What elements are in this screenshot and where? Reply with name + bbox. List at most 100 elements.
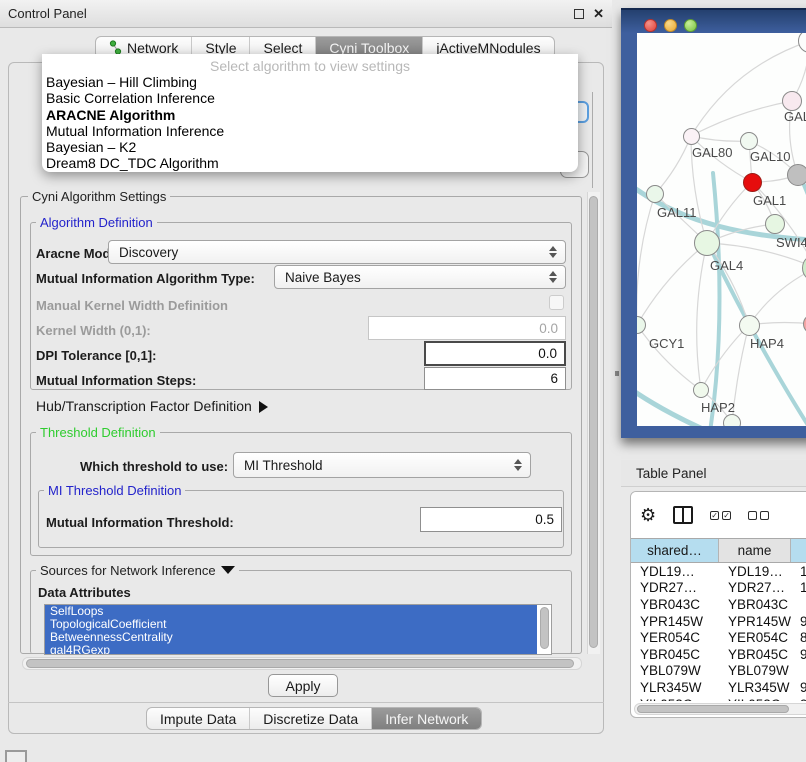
dpi-tolerance-value: 0.0: [538, 346, 557, 361]
algorithm-option[interactable]: Mutual Information Inference: [46, 123, 574, 139]
network-node-hap2[interactable]: [693, 382, 709, 398]
hub-definition-toggle[interactable]: Hub/Transcription Factor Definition: [36, 398, 268, 414]
float-window-icon[interactable]: [574, 9, 584, 19]
split-columns-icon[interactable]: [673, 506, 693, 524]
tab-discretize-data[interactable]: Discretize Data: [250, 708, 372, 729]
collapsed-arrow-icon: [259, 401, 268, 413]
column-header[interactable]: A: [791, 539, 806, 562]
kernel-width-value: 0.0: [539, 321, 558, 336]
settings-vscroll-thumb[interactable]: [589, 196, 598, 648]
attribute-item[interactable]: gal4RGexp: [45, 644, 537, 655]
table-hscroll-thumb[interactable]: [637, 705, 789, 713]
node-table-panel: ⚙ ✓✓ shared…nameA YDL19…YDL19…13YDR27…YD…: [630, 491, 806, 718]
mi-threshold-label: Mutual Information Threshold:: [46, 515, 234, 530]
network-node-gal1[interactable]: [743, 173, 762, 192]
table-cell: YPR145W: [719, 613, 791, 630]
attribute-item[interactable]: BetweennessCentrality: [45, 631, 537, 644]
threshold-definition-title: Threshold Definition: [36, 425, 160, 440]
settings-group-title: Cyni Algorithm Settings: [28, 189, 170, 204]
zoom-traffic-light[interactable]: [684, 19, 697, 32]
node-label: GAL4: [710, 258, 743, 273]
mi-type-select[interactable]: Naive Bayes: [274, 265, 566, 289]
algorithm-option[interactable]: Basic Correlation Inference: [46, 90, 574, 106]
tab-impute-data[interactable]: Impute Data: [147, 708, 250, 729]
network-node-hap4[interactable]: [739, 315, 760, 336]
table-body: YDL19…YDL19…13YDR27…YDR27…12YBR043CYBR04…: [631, 563, 806, 701]
table-cell: [791, 596, 806, 613]
manual-kernel-label: Manual Kernel Width Definition: [36, 298, 228, 313]
network-canvas[interactable]: GALGAL80GAL10GAL1GAL11SWI4GAL4GCY1HAP4YH…: [637, 33, 806, 426]
sources-title-text: Sources for Network Inference: [40, 563, 216, 578]
table-cell: YDR27…: [719, 580, 791, 597]
algorithm-option[interactable]: ARACNE Algorithm: [46, 107, 574, 123]
close-traffic-light[interactable]: [644, 19, 657, 32]
network-node-bot[interactable]: [723, 414, 741, 426]
tab-label: Infer Network: [385, 711, 468, 727]
algorithm-options-list: Bayesian – Hill ClimbingBasic Correlatio…: [46, 74, 574, 172]
minimized-panel-icon[interactable]: [5, 750, 27, 762]
minimize-traffic-light[interactable]: [664, 19, 677, 32]
deselect-all-icon[interactable]: [748, 511, 769, 520]
table-cell: YLR345W: [631, 679, 719, 696]
aracne-mode-select[interactable]: Discovery: [108, 240, 566, 264]
select-all-icon[interactable]: ✓✓: [710, 511, 731, 520]
which-threshold-select[interactable]: MI Threshold: [233, 452, 531, 478]
network-node-gal4[interactable]: [694, 230, 720, 256]
node-label: GAL: [784, 109, 806, 124]
column-header[interactable]: shared…: [631, 539, 719, 562]
node-label: HAP2: [701, 400, 735, 415]
network-node-gal80[interactable]: [683, 128, 700, 145]
close-icon[interactable]: ✕: [593, 9, 604, 19]
table-cell: YDL19…: [719, 563, 791, 580]
table-row[interactable]: YBR043CYBR043C: [631, 596, 806, 613]
cyni-mode-tab-bar: Impute Data Discretize Data Infer Network: [146, 707, 482, 730]
mi-steps-label: Mutual Information Steps:: [36, 373, 196, 388]
network-node-swi4[interactable]: [765, 214, 785, 234]
table-row[interactable]: YBR045CYBR045C9.: [631, 646, 806, 663]
gear-icon[interactable]: ⚙: [640, 506, 656, 524]
control-panel-titlebar[interactable]: Control Panel ✕: [0, 0, 612, 28]
network-view-window[interactable]: GALGAL80GAL10GAL1GAL11SWI4GAL4GCY1HAP4YH…: [621, 8, 806, 438]
mi-steps-field[interactable]: 6: [424, 367, 566, 390]
manual-kernel-checkbox[interactable]: [549, 295, 564, 310]
table-row[interactable]: YBL079WYBL079W: [631, 663, 806, 680]
table-row[interactable]: YDL19…YDL19…13: [631, 563, 806, 580]
table-row[interactable]: YPR145WYPR145W9.: [631, 613, 806, 630]
table-cell: [791, 663, 806, 680]
node-label: HAP4: [750, 336, 784, 351]
data-attributes-list[interactable]: SelfLoopsTopologicalCoefficientBetweenne…: [44, 604, 552, 655]
tab-label: Discretize Data: [263, 711, 358, 727]
panel-splitter-grip[interactable]: [615, 371, 619, 376]
table-row[interactable]: YLR345WYLR345W9.: [631, 679, 806, 696]
algorithm-option[interactable]: Bayesian – K2: [46, 139, 574, 155]
table-cell: YER054C: [719, 629, 791, 646]
algorithm-option[interactable]: Dream8 DC_TDC Algorithm: [46, 155, 574, 171]
table-cell: 9: [791, 696, 806, 701]
algorithm-option[interactable]: Bayesian – Hill Climbing: [46, 74, 574, 90]
table-cell: YIL052C: [719, 696, 791, 701]
apply-button-label: Apply: [285, 678, 320, 694]
dpi-tolerance-field[interactable]: 0.0: [424, 341, 566, 366]
table-cell: YBR043C: [719, 596, 791, 613]
network-node-gal[interactable]: [782, 91, 802, 111]
network-node-gray[interactable]: [787, 164, 806, 186]
algorithm-definition-title: Algorithm Definition: [36, 215, 157, 230]
table-cell: YPR145W: [631, 613, 719, 630]
kernel-width-field[interactable]: 0.0: [368, 316, 566, 340]
tab-infer-network[interactable]: Infer Network: [372, 708, 481, 729]
settings-hscroll-thumb[interactable]: [26, 659, 574, 668]
column-header[interactable]: name: [719, 539, 791, 562]
apply-button[interactable]: Apply: [268, 674, 338, 697]
sources-group-title[interactable]: Sources for Network Inference: [36, 563, 239, 578]
node-label: SWI4: [776, 235, 806, 250]
mi-threshold-field[interactable]: 0.5: [420, 507, 562, 532]
network-node-gal10[interactable]: [740, 132, 758, 150]
kernel-width-label: Kernel Width (0,1):: [36, 323, 151, 338]
table-row[interactable]: YIL052CYIL052C9: [631, 696, 806, 701]
network-node-gal11[interactable]: [646, 185, 664, 203]
table-row[interactable]: YDR27…YDR27…12: [631, 580, 806, 597]
table-row[interactable]: YER054CYER054C8.: [631, 629, 806, 646]
attribute-list-scrollbar[interactable]: [540, 607, 549, 649]
node-label: GAL1: [753, 193, 786, 208]
panel-divider: [8, 702, 604, 703]
